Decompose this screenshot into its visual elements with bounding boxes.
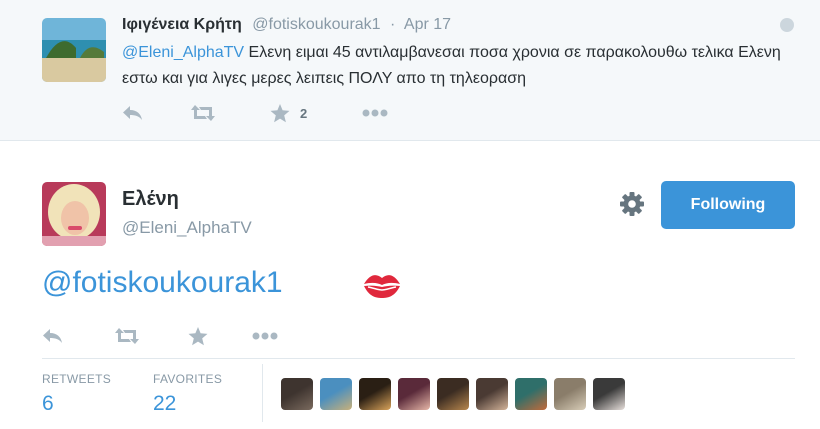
favoriter-avatar[interactable] (398, 378, 430, 410)
favorite-button[interactable]: 2 (270, 102, 307, 124)
star-icon (188, 326, 208, 345)
tweet-text[interactable]: @fotiskoukourak1 (42, 266, 283, 300)
reply-button[interactable] (42, 325, 64, 347)
favoriter-avatar[interactable] (437, 378, 469, 410)
favoriter-avatar[interactable] (281, 378, 313, 410)
following-button[interactable]: Following (661, 181, 795, 229)
kiss-mark-icon (362, 271, 402, 299)
favorites-stat[interactable]: FAVORITES 22 (153, 372, 222, 416)
parent-author-name[interactable]: Ιφιγένεια Κρήτη (122, 16, 242, 33)
author-name[interactable]: Ελένη (122, 188, 179, 211)
retweets-count[interactable]: 6 (42, 392, 111, 416)
favoriter-avatar[interactable] (554, 378, 586, 410)
star-icon (270, 103, 290, 122)
favoriter-avatar[interactable] (320, 378, 352, 410)
more-options-button[interactable] (252, 325, 278, 347)
parent-tweet[interactable]: Ιφιγένεια Κρήτη @fotiskoukourak1 · Apr 1… (0, 0, 820, 141)
retweets-label: RETWEETS (42, 372, 112, 386)
globe-icon (780, 18, 794, 32)
separator-dot: · (390, 16, 396, 33)
stats-separator (262, 364, 263, 422)
retweet-button[interactable] (114, 325, 140, 347)
favoriter-avatar[interactable] (359, 378, 391, 410)
reply-button[interactable] (122, 102, 144, 124)
author-handle[interactable]: @Eleni_AlphaTV (122, 218, 252, 238)
parent-timestamp[interactable]: Apr 17 (404, 16, 451, 33)
favoriter-avatar[interactable] (476, 378, 508, 410)
retweet-button[interactable] (190, 102, 216, 124)
favoriters-avatar-row (281, 378, 632, 410)
more-icon (362, 109, 388, 117)
parent-tweet-text: @Eleni_AlphaTV Ελενη ειμαι 45 αντιλαμβαν… (122, 40, 812, 92)
parent-author-handle[interactable]: @fotiskoukourak1 (252, 16, 380, 33)
stats-divider (42, 358, 795, 359)
favorite-button[interactable] (188, 325, 208, 347)
retweets-stat[interactable]: RETWEETS 6 (42, 372, 111, 416)
retweet-icon (115, 328, 139, 344)
favoriter-avatar[interactable] (593, 378, 625, 410)
parent-tweet-header: Ιφιγένεια Κρήτη @fotiskoukourak1 · Apr 1… (122, 16, 451, 34)
more-options-button[interactable] (362, 102, 388, 124)
reply-icon (123, 106, 142, 120)
reply-icon (43, 329, 62, 343)
favorite-count: 2 (300, 105, 308, 121)
favoriter-avatar[interactable] (515, 378, 547, 410)
favorites-label: FAVORITES (153, 372, 223, 386)
favorites-count[interactable]: 22 (153, 392, 222, 416)
mention-link[interactable]: @Eleni_AlphaTV (122, 44, 244, 61)
retweet-icon (191, 105, 215, 121)
gear-icon[interactable] (618, 190, 646, 218)
parent-author-avatar[interactable] (42, 18, 106, 82)
author-avatar[interactable] (42, 182, 106, 246)
more-icon (252, 332, 278, 340)
